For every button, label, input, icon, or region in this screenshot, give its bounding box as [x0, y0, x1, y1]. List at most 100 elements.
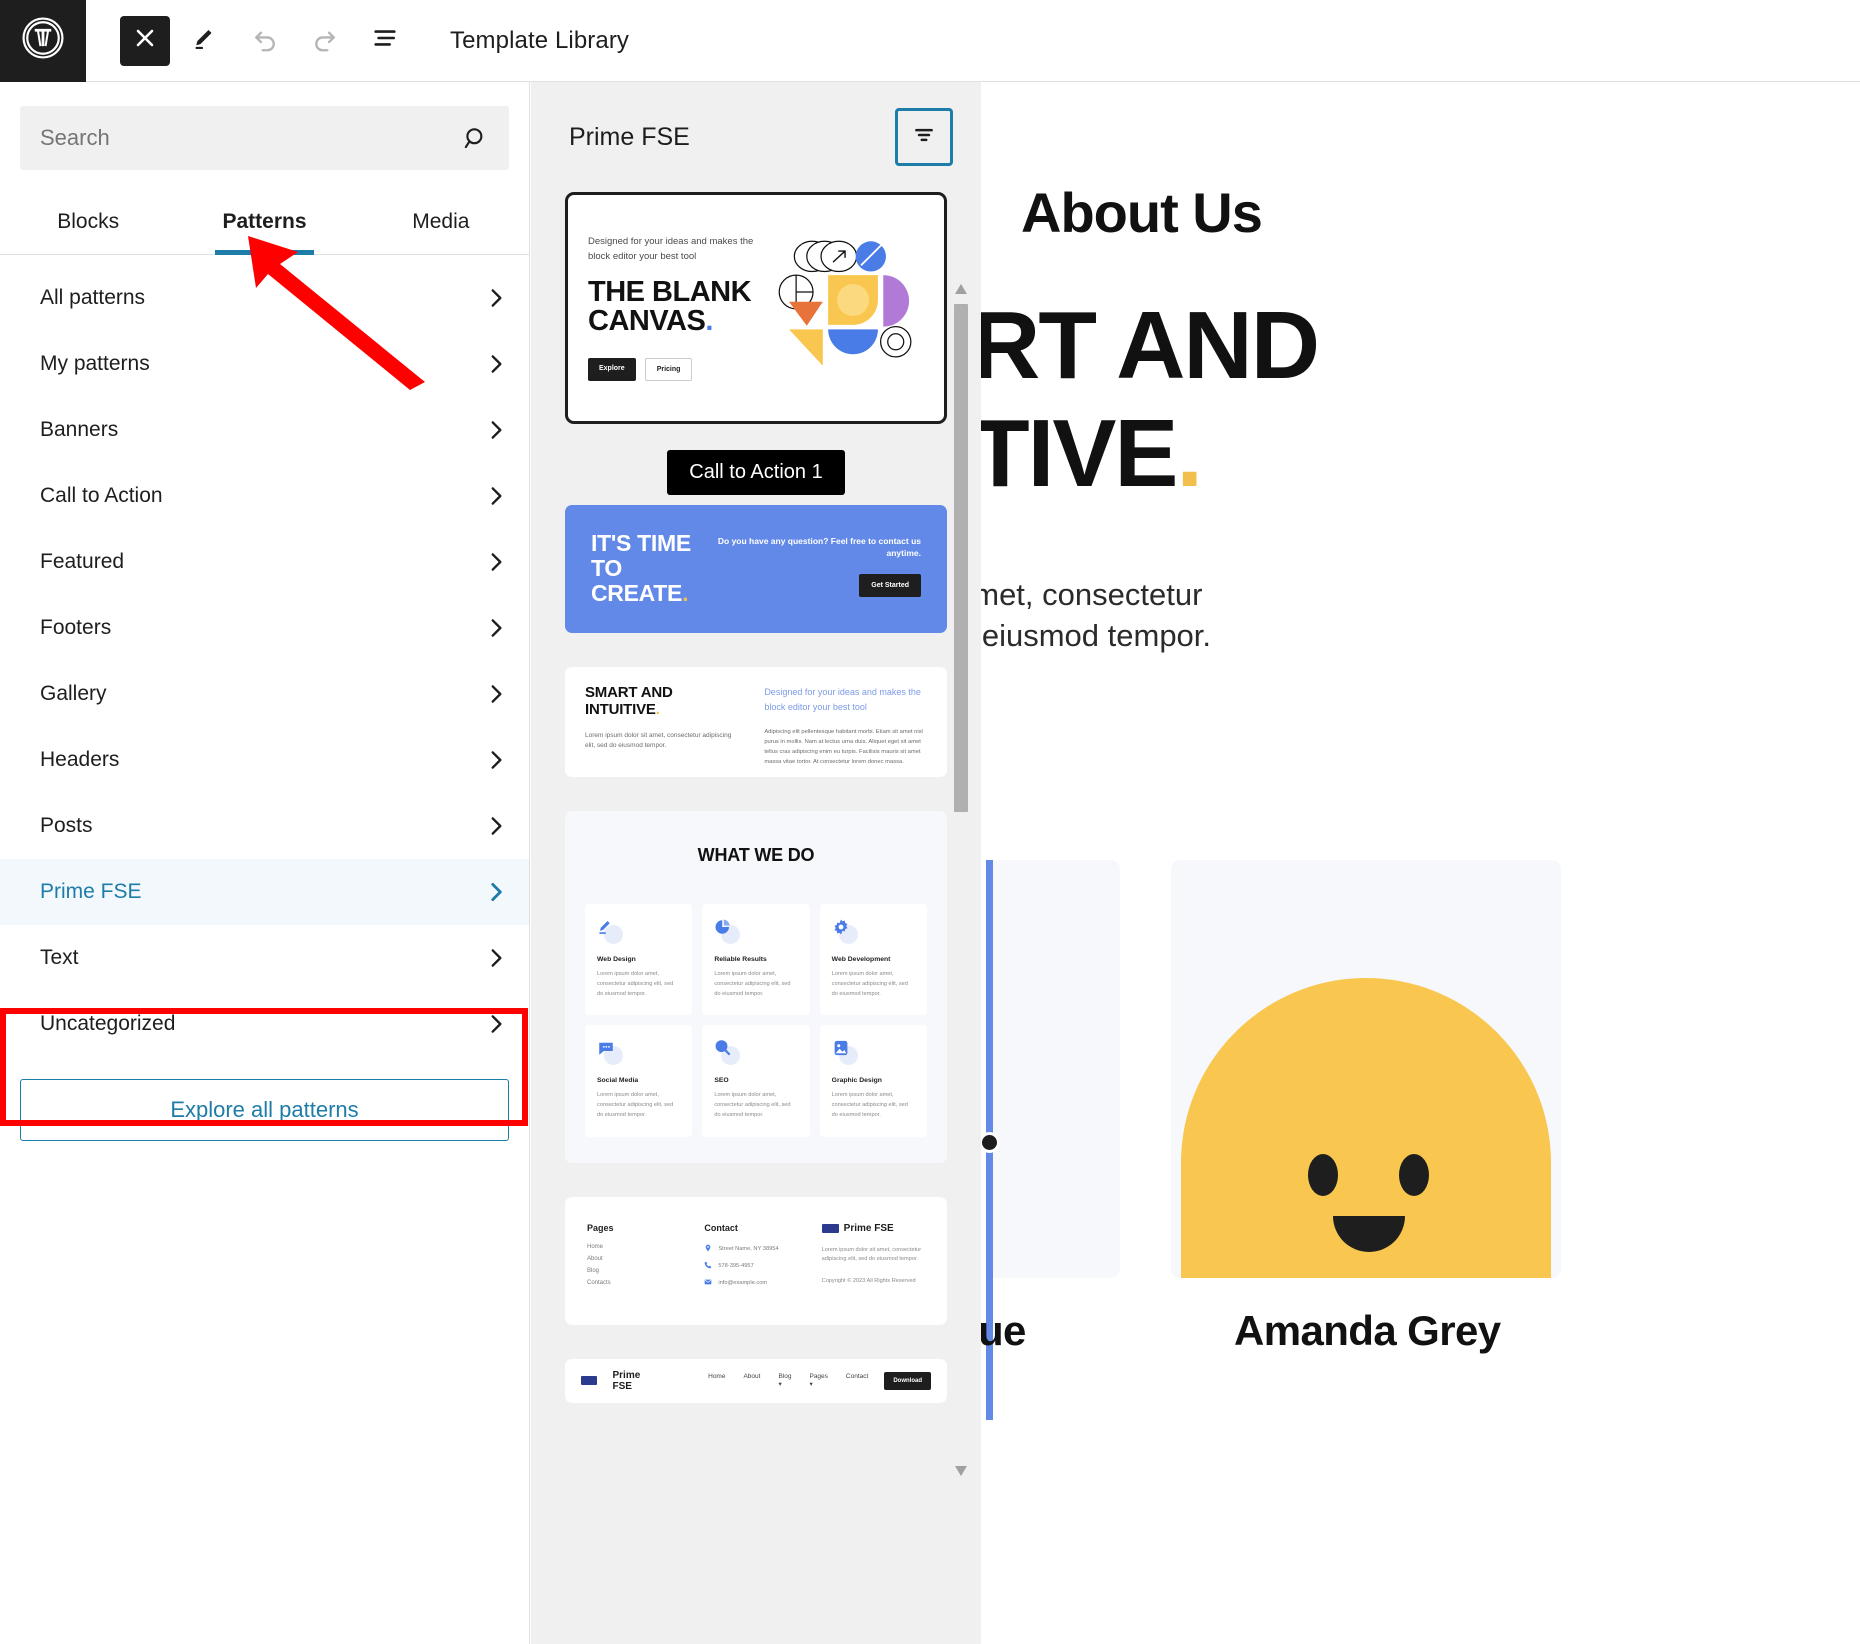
header-nav-item: Blog ▾	[778, 1373, 792, 1389]
chevron-right-icon	[483, 351, 509, 377]
category-my-patterns[interactable]: My patterns	[0, 331, 529, 397]
inserter-panel: Blocks Patterns Media All patterns My pa…	[0, 82, 530, 1644]
service-card: Web Development Lorem ipsum dolor amet, …	[819, 904, 927, 1016]
si-left-paragraph: Lorem ipsum dolor sit amet, consectetur …	[585, 731, 732, 749]
preview-panel-title: Prime FSE	[569, 122, 690, 151]
footer-address: Street Name, NY 38954	[718, 1245, 779, 1252]
pattern-category-list: All patterns My patterns Banners Call to…	[0, 255, 529, 1057]
tab-blocks[interactable]: Blocks	[0, 198, 176, 254]
service-title: Graphic Design	[831, 1077, 882, 1085]
search-box[interactable]	[20, 106, 509, 170]
pattern-pricing-button: Pricing	[644, 358, 693, 382]
pattern-tooltip-wrap: Call to Action 1	[565, 450, 947, 495]
undo-button[interactable]	[240, 16, 290, 66]
category-uncategorized[interactable]: Uncategorized	[0, 991, 529, 1057]
scroll-down-arrow-icon[interactable]	[953, 1464, 969, 1478]
team-card-left[interactable]	[988, 860, 1120, 1278]
service-title: SEO	[714, 1077, 729, 1085]
cta-get-started-button: Get Started	[859, 573, 921, 597]
footer-pages-heading: Pages	[587, 1222, 614, 1233]
edit-mode-button[interactable]	[180, 16, 230, 66]
chevron-right-icon	[483, 615, 509, 641]
page-title: Template Library	[450, 26, 630, 54]
canvas-big-heading: RT AND TIVE.	[981, 292, 1320, 507]
service-title: Reliable Results	[714, 956, 767, 963]
category-posts[interactable]: Posts	[0, 793, 529, 859]
category-label: Footers	[40, 616, 112, 639]
category-label: All patterns	[40, 286, 146, 309]
redo-icon	[311, 24, 339, 57]
category-featured[interactable]: Featured	[0, 529, 529, 595]
category-banners[interactable]: Banners	[0, 397, 529, 463]
category-label: Uncategorized	[40, 1012, 176, 1035]
category-headers[interactable]: Headers	[0, 727, 529, 793]
search-input[interactable]	[20, 125, 447, 151]
redo-button[interactable]	[300, 16, 350, 66]
editor-canvas[interactable]: About Us RT AND TIVE. amet, consectetur …	[981, 82, 1860, 1644]
pattern-item-blank-canvas[interactable]: Designed for your ideas and makes the bl…	[565, 192, 947, 424]
category-all-patterns[interactable]: All patterns	[0, 265, 529, 331]
pattern-subtitle: Designed for your ideas and makes the bl…	[588, 236, 754, 262]
canvas-big-line2: TIVE	[981, 399, 1178, 507]
pattern-list: Designed for your ideas and makes the bl…	[531, 192, 981, 1403]
pie-chart-icon	[714, 918, 741, 944]
prime-fse-logo-icon	[581, 1376, 597, 1386]
si-heading-dot: .	[655, 700, 660, 718]
category-label: Prime FSE	[40, 880, 142, 903]
canvas-paragraph-line2: o eiusmod tempor.	[981, 618, 1212, 654]
undo-icon	[251, 24, 279, 57]
pattern-item-what-we-do[interactable]: WHAT WE DO Web Design Lorem ipsum dolor …	[565, 811, 947, 1163]
pattern-item-smart-intuitive[interactable]: SMART AND INTUITIVE. Lorem ipsum dolor s…	[565, 667, 947, 777]
prime-fse-logo-icon	[821, 1223, 839, 1233]
cta-heading-dot: .	[682, 579, 689, 606]
pattern-item-header[interactable]: Prime FSE Home About Blog ▾ Pages ▾ Cont…	[565, 1358, 947, 1403]
category-footers[interactable]: Footers	[0, 595, 529, 661]
wwd-heading: WHAT WE DO	[697, 845, 815, 865]
header-brand: Prime FSE	[612, 1369, 641, 1392]
cta-heading-line2: TO CREATE	[591, 554, 683, 606]
footer-link: About	[587, 1255, 603, 1262]
header-nav-item: Contact	[845, 1373, 869, 1381]
chevron-right-icon	[483, 879, 509, 905]
footer-brand: Prime FSE	[843, 1222, 894, 1234]
footer-phone: 578-395-4957	[718, 1262, 754, 1269]
cta-heading-line1: IT'S TIME	[591, 530, 691, 556]
pattern-tooltip: Call to Action 1	[667, 450, 845, 495]
close-button[interactable]	[120, 15, 170, 66]
wordpress-logo-icon	[21, 16, 65, 65]
team-card-right[interactable]	[1171, 860, 1561, 1278]
tab-media[interactable]: Media	[353, 198, 529, 254]
preview-panel-header: Prime FSE	[531, 82, 981, 192]
canvas-about-heading: About Us	[1021, 181, 1263, 244]
chevron-right-icon	[483, 285, 509, 311]
explore-area: Explore all patterns	[0, 1057, 529, 1141]
service-card: Graphic Design Lorem ipsum dolor amet, c…	[819, 1025, 927, 1137]
header-nav-item: About	[743, 1373, 761, 1381]
filter-icon	[911, 122, 937, 153]
magnifier-icon	[714, 1039, 741, 1066]
search-area	[0, 82, 529, 170]
pattern-heading-line2: CANVAS	[588, 305, 706, 338]
category-text[interactable]: Text	[0, 925, 529, 991]
service-card: SEO Lorem ipsum dolor amet, consectetur …	[702, 1025, 810, 1137]
team-member-name-right: Amanda Grey	[1234, 1307, 1501, 1354]
category-gallery[interactable]: Gallery	[0, 661, 529, 727]
filter-button[interactable]	[895, 108, 953, 166]
pencil-icon	[191, 24, 219, 57]
wordpress-logo-button[interactable]	[0, 0, 86, 82]
category-call-to-action[interactable]: Call to Action	[0, 463, 529, 529]
cta-question: Do you have any question? Feel free to c…	[717, 536, 921, 559]
category-prime-fse[interactable]: Prime FSE	[0, 859, 529, 925]
pattern-item-footer[interactable]: Pages Home About Blog Contacts Contact S…	[565, 1196, 947, 1325]
tab-patterns[interactable]: Patterns	[176, 198, 352, 255]
explore-all-patterns-button[interactable]: Explore all patterns	[20, 1079, 509, 1141]
service-title: Web Development	[831, 956, 891, 963]
pattern-item-call-to-action-1[interactable]: IT'S TIME TO CREATE. Do you have any que…	[565, 505, 947, 633]
chevron-right-icon	[483, 1011, 509, 1037]
search-icon[interactable]	[447, 110, 503, 166]
service-card: Social Media Lorem ipsum dolor amet, con…	[585, 1025, 693, 1137]
category-label: Text	[40, 946, 79, 969]
list-view-button[interactable]	[360, 16, 410, 66]
category-label: Gallery	[40, 682, 107, 705]
header-download-button: Download	[884, 1371, 931, 1390]
